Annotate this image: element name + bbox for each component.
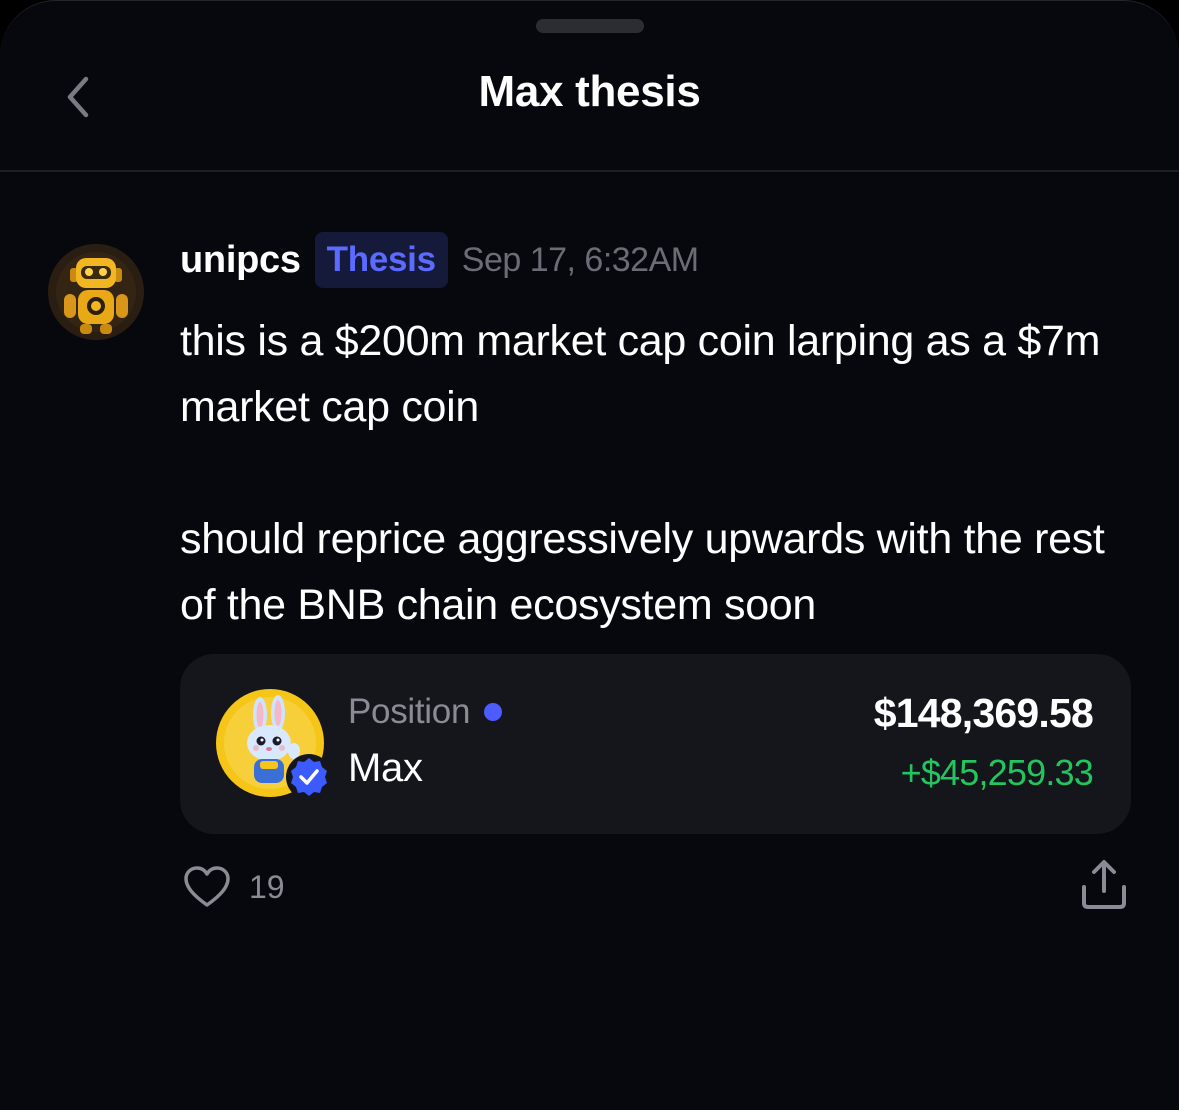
share-icon [1082, 860, 1126, 909]
author-username[interactable]: unipcs [180, 239, 301, 282]
header-divider [0, 170, 1179, 172]
position-pnl: +$45,259.33 [900, 752, 1094, 793]
post-timestamp: Sep 17, 6:32AM [461, 240, 699, 279]
post-meta: unipcs Thesis Sep 17, 6:32AM [180, 231, 699, 289]
heart-icon [184, 866, 230, 907]
post-detail-sheet: Max thesis unipcs Thesis Sep 17, 6:32AM … [0, 0, 1179, 1110]
sheet-grabber[interactable] [536, 19, 644, 33]
share-button[interactable] [1078, 857, 1130, 913]
position-value: $148,369.58 [873, 690, 1094, 736]
position-label: Position [348, 692, 503, 732]
like-count: 19 [249, 868, 285, 905]
position-label-text: Position [348, 692, 471, 731]
post-text: this is a $200m market cap coin larping … [180, 308, 1150, 638]
robot-avatar-icon [48, 244, 144, 340]
like-button[interactable]: 19 [183, 863, 285, 911]
post-paragraph: this is a $200m market cap coin larping … [180, 317, 1101, 431]
verified-badge-icon [286, 754, 332, 800]
page-title: Max thesis [478, 67, 701, 116]
post-type-badge: Thesis [314, 232, 448, 288]
post-paragraph: should reprice aggressively upwards with… [180, 515, 1105, 629]
token-name: Max [348, 746, 423, 790]
live-indicator-dot [484, 703, 503, 721]
author-avatar[interactable] [48, 244, 144, 340]
position-card[interactable]: Position Max $148,369.58 +$45,259.33 [180, 654, 1131, 834]
